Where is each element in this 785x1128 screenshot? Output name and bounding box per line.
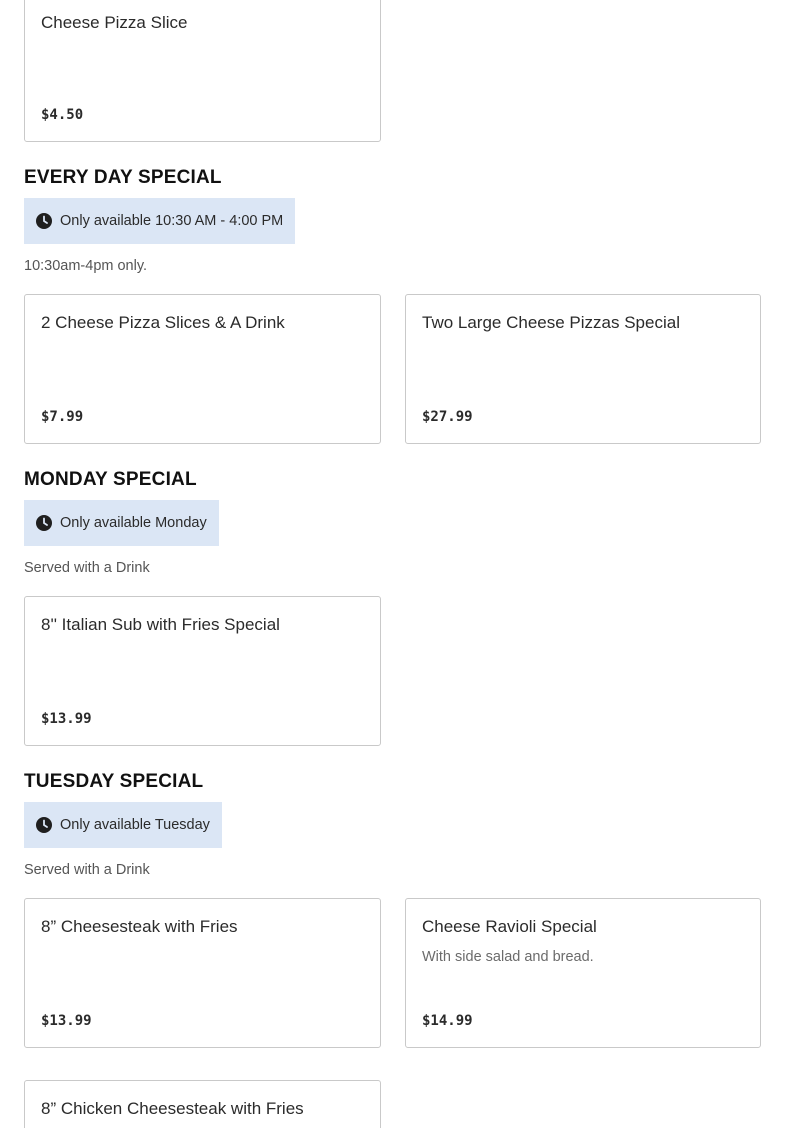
section-title: TUESDAY SPECIAL	[24, 771, 204, 792]
menu-item-name: Cheese Pizza Slice	[41, 13, 188, 32]
menu-item-price: $27.99	[422, 409, 473, 425]
menu-item-name: Two Large Cheese Pizzas Special	[422, 313, 680, 332]
menu-item-price: $13.99	[41, 711, 92, 727]
menu-item-card[interactable]: 8'' Italian Sub with Fries Special $13.9…	[24, 596, 381, 746]
availability-text: Only available Monday	[60, 515, 207, 531]
menu-item-card[interactable]: Cheese Pizza Slice $4.50	[24, 0, 381, 142]
section-note: Served with a Drink	[24, 862, 150, 878]
menu-item-price: $14.99	[422, 1013, 473, 1029]
clock-icon	[36, 213, 52, 229]
section-title: EVERY DAY SPECIAL	[24, 167, 222, 188]
menu-item-card[interactable]: Two Large Cheese Pizzas Special $27.99	[405, 294, 761, 444]
menu-item-name: 8'' Italian Sub with Fries Special	[41, 615, 280, 634]
section-note: Served with a Drink	[24, 560, 150, 576]
section-note: 10:30am-4pm only.	[24, 258, 148, 274]
menu-item-card[interactable]: 8” Chicken Cheesesteak with Fries	[24, 1080, 381, 1128]
availability-badge: Only available Monday	[24, 500, 219, 546]
clock-icon	[36, 515, 52, 531]
menu-item-card[interactable]: 8” Cheesesteak with Fries $13.99	[24, 898, 381, 1048]
menu-item-price: $4.50	[41, 107, 84, 123]
menu-item-price: $7.99	[41, 409, 84, 425]
clock-icon	[36, 817, 52, 833]
menu-item-name: 8” Cheesesteak with Fries	[41, 917, 238, 936]
menu-item-card[interactable]: 2 Cheese Pizza Slices & A Drink $7.99	[24, 294, 381, 444]
menu-item-price: $13.99	[41, 1013, 92, 1029]
menu-item-name: 2 Cheese Pizza Slices & A Drink	[41, 313, 285, 332]
menu-item-name: 8” Chicken Cheesesteak with Fries	[41, 1099, 304, 1118]
menu-item-name: Cheese Ravioli Special	[422, 917, 597, 936]
availability-text: Only available Tuesday	[60, 817, 210, 833]
menu-item-description: With side salad and bread.	[422, 949, 594, 965]
availability-badge: Only available 10:30 AM - 4:00 PM	[24, 198, 296, 244]
availability-badge: Only available Tuesday	[24, 802, 222, 848]
section-title: MONDAY SPECIAL	[24, 469, 197, 490]
menu-item-card[interactable]: Cheese Ravioli Special With side salad a…	[405, 898, 761, 1048]
availability-text: Only available 10:30 AM - 4:00 PM	[60, 213, 284, 229]
